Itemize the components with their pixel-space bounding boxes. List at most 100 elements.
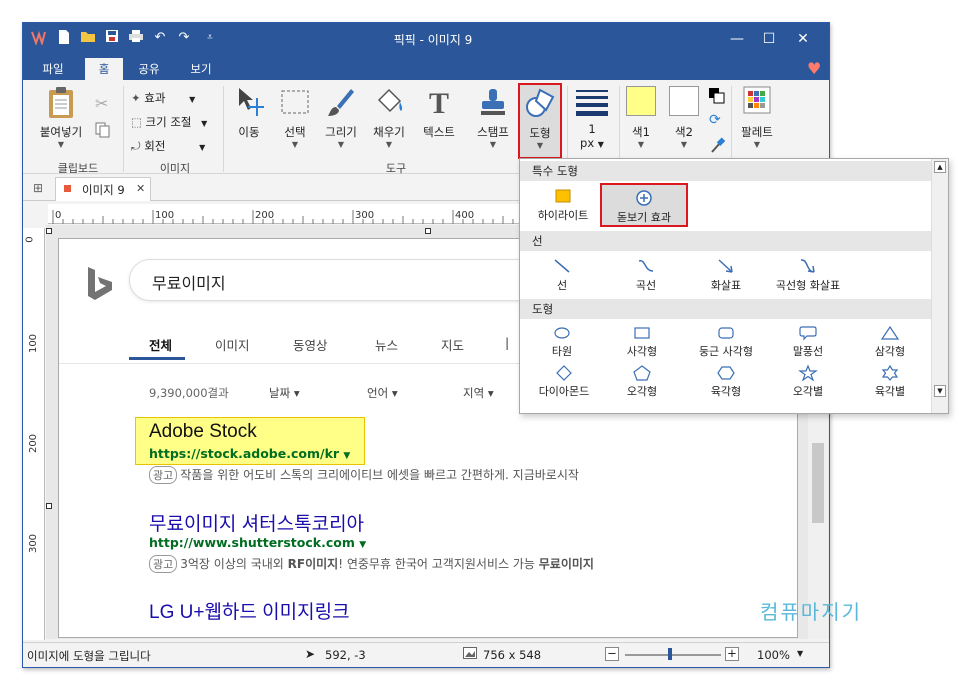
shape-diamond[interactable]: 다이아몬드 [526,365,602,399]
redo-icon[interactable]: ↷ [175,29,193,47]
zoom-out-button[interactable]: − [605,647,619,661]
zoom-slider-track[interactable] [625,654,721,656]
zoom-in-button[interactable]: + [725,647,739,661]
shape-line[interactable]: 선 [532,257,592,293]
filter-region[interactable]: 지역 ▾ [463,385,494,401]
status-bar: 이미지에 도형을 그립니다 ➤ 592, -3 756 x 548 − + 10… [23,642,829,667]
nav-videos[interactable]: 동영상 [293,335,328,354]
open-folder-icon[interactable] [79,29,97,47]
rotate-button[interactable]: ⤾ 회전 ▼ [131,138,205,154]
heart-icon[interactable]: ♥ [807,59,821,78]
shape-hexagon[interactable]: 육각형 [696,365,756,399]
color2-button[interactable]: 색2 ▼ [666,86,702,149]
result-title[interactable]: Adobe Stock [149,421,257,443]
maximize-button[interactable]: ☐ [755,29,783,49]
line-width-button[interactable]: 1 px ▼ [571,88,613,150]
draw-button[interactable]: 그리기 ▼ [319,86,363,149]
paint-bucket-icon [377,88,403,113]
save-icon[interactable] [103,29,121,47]
minimize-button[interactable]: — [723,29,751,49]
shape-pentagon[interactable]: 오각형 [612,365,672,399]
cut-icon[interactable]: ✂ [95,94,108,113]
shape-curve[interactable]: 곡선 [616,257,676,293]
doc-tab-marker-icon [64,185,71,192]
paste-button[interactable]: 붙여넣기 ▼ [33,86,89,149]
color2-swatch [669,86,699,116]
chevron-down-icon: ▼ [189,95,196,104]
fill-button[interactable]: 채우기 ▼ [367,86,411,149]
dropdown-scrollbar[interactable]: ▲ ▼ [931,159,948,413]
grid-view-icon[interactable]: ⊞ [33,181,43,195]
filter-date[interactable]: 날짜 ▾ [269,385,300,401]
select-button[interactable]: 선택 ▼ [273,86,317,149]
shape-triangle[interactable]: 삼각형 [860,325,920,359]
vertical-ruler: 0 100 200 300 [23,228,45,640]
tab-share[interactable]: 공유 [129,58,169,80]
nav-news[interactable]: 뉴스 [375,335,398,354]
shape-speech-bubble[interactable]: 말풍선 [778,325,838,359]
color-picker-icon[interactable] [709,136,726,157]
rotate-label: 회전 [144,139,166,153]
shape-arrow[interactable]: 화살표 [696,257,756,293]
resize-handle[interactable] [46,503,52,509]
filter-language[interactable]: 언어 ▾ [367,385,398,401]
nav-all[interactable]: 전체 [149,335,172,354]
scroll-down-icon[interactable]: ▼ [934,385,946,397]
close-icon[interactable]: ✕ [136,182,145,195]
tab-view[interactable]: 보기 [179,58,223,80]
close-button[interactable]: ✕ [789,29,817,49]
resize-handle[interactable] [425,228,431,234]
print-icon[interactable] [127,29,145,47]
result-title[interactable]: LG U+웹하드 이미지링크 [149,597,350,624]
move-button[interactable]: 이동 [227,86,271,140]
color1-button[interactable]: 색1 ▼ [623,86,659,149]
result-desc: 광고 작품을 위한 어도비 스톡의 크리에이티브 에셋을 빠르고 간편하게. 지금… [149,466,579,484]
image-size-icon [463,647,477,662]
shape-curved-arrow[interactable]: 곡선형 화살표 [766,257,850,293]
new-file-icon[interactable] [55,29,73,47]
tab-file[interactable]: 파일 [31,58,75,80]
shape-ellipse[interactable]: 타원 [532,325,592,359]
nav-maps[interactable]: 지도 [441,335,464,354]
copy-icon[interactable] [95,122,111,141]
text-button[interactable]: T 텍스트 [417,86,461,140]
palette-button[interactable]: 팔레트 ▼ [735,86,779,149]
shape-rectangle[interactable]: 사각형 [612,325,672,359]
svg-text:T: T [429,87,449,118]
scrollbar-thumb[interactable] [812,443,824,523]
app-logo-icon[interactable] [29,29,47,47]
scroll-up-icon[interactable]: ▲ [934,161,946,173]
chevron-down-icon: ▼ [489,140,497,149]
result-url[interactable]: https://stock.adobe.com/kr ▼ [149,446,350,461]
chevron-down-icon[interactable]: ▼ [797,649,803,658]
result-title[interactable]: 무료이미지 셔터스톡코리아 [149,509,364,536]
customize-toolbar-icon[interactable]: ⩡ [201,29,219,47]
chevron-down-icon: ▼ [57,140,65,149]
zoom-slider-thumb[interactable] [668,648,672,660]
palette-icon [743,86,771,114]
shape-button[interactable]: 도형 ▼ [518,83,562,159]
resize-button[interactable]: ⬚ 크기 조절 ▼ [131,114,207,130]
stamp-button[interactable]: 스탬프 ▼ [471,86,515,149]
shape-magnify[interactable]: 돋보기 효과 [600,183,688,227]
undo-icon[interactable]: ↶ [151,29,169,47]
swap-colors-icon[interactable]: ⟳ [709,112,721,128]
resize-handle[interactable] [46,228,52,234]
chevron-down-icon: ▼ [536,141,544,150]
nav-images[interactable]: 이미지 [215,335,250,354]
default-colors-icon[interactable] [709,88,725,107]
shape-highlight[interactable]: 하이라이트 [528,187,598,223]
doc-tab-image9[interactable]: 이미지 9 ✕ [55,177,151,201]
zoom-level[interactable]: 100% [757,648,790,662]
search-query: 무료이미지 [152,274,226,293]
tab-home[interactable]: 홈 [85,58,123,80]
result-url[interactable]: http://www.shutterstock.com ▼ [149,535,366,550]
draw-label: 그리기 [325,125,357,139]
shape-six-star[interactable]: 육각별 [860,365,920,399]
line-width-value: 1 [588,122,596,136]
effect-button[interactable]: ✦ 효과 ▼ [131,90,195,106]
shape-rounded-rectangle[interactable]: 둥근 사각형 [686,325,766,359]
ruler-label: 200 [28,433,40,454]
palette-label: 팔레트 [741,125,773,139]
shape-five-star[interactable]: 오각별 [778,365,838,399]
